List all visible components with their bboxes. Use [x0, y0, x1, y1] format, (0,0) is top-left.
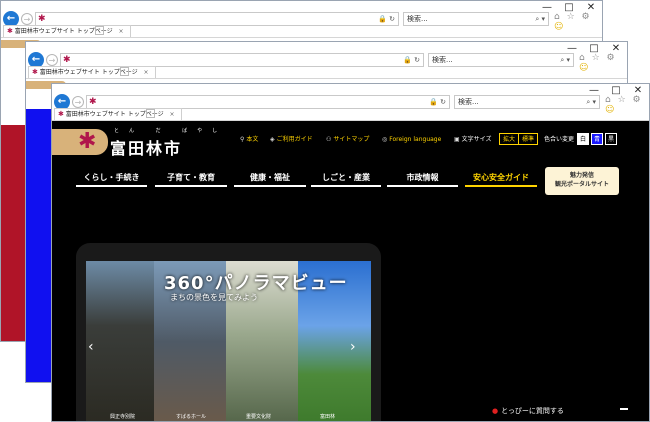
chatbot-label: とっぴーに質問する — [501, 407, 564, 415]
font-enlarge-button[interactable]: 拡大 — [499, 133, 520, 145]
city-emblem-icon: ✱ — [78, 129, 97, 154]
lock-refresh-icon[interactable]: 🔒 ↻ — [403, 54, 420, 66]
panorama-view-carousel[interactable]: 360°パノラマビュー まちの景色を見てみよう ‹ › 興正寺別院 すばるホール… — [76, 243, 381, 421]
home-star-gear-icon[interactable]: ⌂ ☆ ⚙ — [579, 53, 617, 63]
tab-strip: ✱ 富田林市ウェブサイト トップページ × — [1, 25, 602, 38]
search-icon[interactable]: ⌕ ▾ — [560, 54, 570, 66]
text-only-link[interactable]: ⚲ 本文 — [240, 135, 258, 145]
panorama-label-2: すばるホール — [176, 414, 207, 420]
search-placeholder: 検索... — [407, 15, 428, 23]
font-size-text: 文字サイズ — [461, 136, 492, 143]
banner-line1: 魅力発信 — [569, 172, 594, 179]
forward-arrow-icon[interactable]: → — [21, 13, 33, 25]
address-bar[interactable]: ✱ 🔒 ↻ — [86, 95, 450, 109]
panorama-photo-1[interactable] — [86, 261, 154, 421]
menu-childcare[interactable]: 子育て・教育 — [155, 171, 227, 187]
guide-label: ご利用ガイド — [276, 136, 313, 143]
tab-active[interactable]: ✱ 富田林市ウェブサイト トップページ × — [28, 66, 156, 78]
tab-close-icon[interactable]: × — [170, 111, 175, 118]
person-icon: ⚲ — [240, 136, 245, 143]
site-logo[interactable]: ✱ とん だ ばやし 富田林市 — [52, 127, 217, 158]
panorama-label-3: 重要文化財 — [246, 414, 272, 420]
home-star-gear-icon[interactable]: ⌂ ☆ ⚙ — [605, 95, 643, 105]
search-icon[interactable]: ⌕ ▾ — [535, 13, 545, 25]
collapse-minus-icon[interactable] — [620, 408, 628, 410]
panorama-label-4: 富田林 — [320, 414, 336, 420]
sitemap-icon: ⚇ — [326, 136, 332, 143]
color-black-button[interactable]: 黒 — [605, 133, 617, 145]
site-favicon-icon: ✱ — [89, 97, 97, 107]
shield-icon: ◈ — [270, 136, 275, 143]
panorama-label-1: 興正寺別院 — [110, 414, 136, 420]
chatbot-dot-icon: ● — [492, 407, 499, 415]
font-size-label: ▣ 文字サイズ — [454, 135, 492, 145]
menu-health[interactable]: 健康・福祉 — [234, 171, 306, 187]
chatbot-link[interactable]: ● とっぴーに質問する — [492, 406, 564, 416]
lock-refresh-icon[interactable]: 🔒 ↻ — [429, 96, 446, 108]
font-size-icon: ▣ — [454, 136, 460, 143]
menu-work[interactable]: しごと・産業 — [311, 171, 381, 187]
tab-strip: ✱ 富田林市ウェブサイト トップページ × — [26, 66, 627, 79]
new-tab-button[interactable] — [120, 67, 129, 76]
site-favicon-icon: ✱ — [38, 14, 46, 24]
address-bar[interactable]: ✱ 🔒 ↻ — [60, 53, 424, 67]
sitemap-link[interactable]: ⚇ サイトマップ — [326, 135, 369, 145]
menu-city-info[interactable]: 市政情報 — [387, 171, 458, 187]
color-blue-button[interactable]: 青 — [591, 133, 603, 145]
color-change-label: 色合い変更 — [544, 136, 575, 143]
forward-arrow-icon[interactable]: → — [46, 54, 58, 66]
search-placeholder: 検索... — [432, 56, 453, 64]
panorama-subtitle: まちの景色を見てみよう — [170, 293, 258, 302]
guide-link[interactable]: ◈ ご利用ガイド — [270, 135, 313, 145]
tourism-portal-banner[interactable]: 魅力発信 観光ポータルサイト — [545, 167, 619, 195]
foreign-language-label: Foreign language — [389, 136, 442, 143]
search-icon[interactable]: ⌕ ▾ — [586, 96, 596, 108]
chevron-right-icon[interactable]: › — [350, 339, 356, 355]
tab-active[interactable]: ✱ 富田林市ウェブサイト トップページ × — [3, 25, 131, 37]
chevron-left-icon[interactable]: ‹ — [88, 339, 94, 355]
new-tab-button[interactable] — [146, 109, 155, 118]
tab-close-icon[interactable]: × — [119, 28, 124, 35]
logo-name: 富田林市 — [110, 139, 183, 158]
home-star-gear-icon[interactable]: ⌂ ☆ ⚙ — [554, 12, 592, 22]
search-input[interactable]: 検索... ⌕ ▾ — [454, 95, 600, 109]
color-white-button[interactable]: 白 — [577, 133, 589, 145]
forward-arrow-icon[interactable]: → — [72, 96, 84, 108]
new-tab-button[interactable] — [95, 26, 104, 35]
tab-favicon-icon: ✱ — [32, 68, 38, 76]
menu-safety-guide[interactable]: 安心安全ガイド — [465, 171, 537, 187]
city-website: ✱ とん だ ばやし 富田林市 ⚲ 本文 ◈ ご利用ガイド ⚇ サイトマップ ◎ For… — [52, 121, 649, 421]
sitemap-label: サイトマップ — [333, 136, 370, 143]
site-favicon-icon: ✱ — [63, 55, 71, 65]
tab-strip: ✱ 富田林市ウェブサイト トップページ × — [52, 108, 649, 121]
decorative-blue-panel — [26, 109, 52, 382]
menu-living[interactable]: くらし・手続き — [76, 171, 147, 187]
search-placeholder: 検索... — [458, 98, 479, 106]
text-only-label: 本文 — [246, 136, 259, 143]
search-input[interactable]: 検索... ⌕ ▾ — [428, 53, 574, 67]
tab-close-icon[interactable]: × — [144, 69, 149, 76]
address-bar[interactable]: ✱ 🔒 ↻ — [35, 12, 399, 26]
lock-refresh-icon[interactable]: 🔒 ↻ — [378, 13, 395, 25]
search-input[interactable]: 検索... ⌕ ▾ — [403, 12, 549, 26]
logo-ruby: とん だ ばやし — [114, 128, 228, 134]
banner-line2: 観光ポータルサイト — [554, 181, 609, 188]
browser-window-front: — □ ✕ ← → ✱ 🔒 ↻ 検索... ⌕ ▾ ⌂ ☆ ⚙☺ ✱ 富田林市ウ… — [51, 83, 650, 422]
foreign-language-link[interactable]: ◎ Foreign language — [382, 135, 441, 145]
font-standard-button[interactable]: 標準 — [518, 133, 539, 145]
tab-active[interactable]: ✱ 富田林市ウェブサイト トップページ × — [54, 108, 182, 120]
globe-icon: ◎ — [382, 136, 388, 143]
tab-favicon-icon: ✱ — [58, 110, 64, 118]
tab-favicon-icon: ✱ — [7, 27, 13, 35]
